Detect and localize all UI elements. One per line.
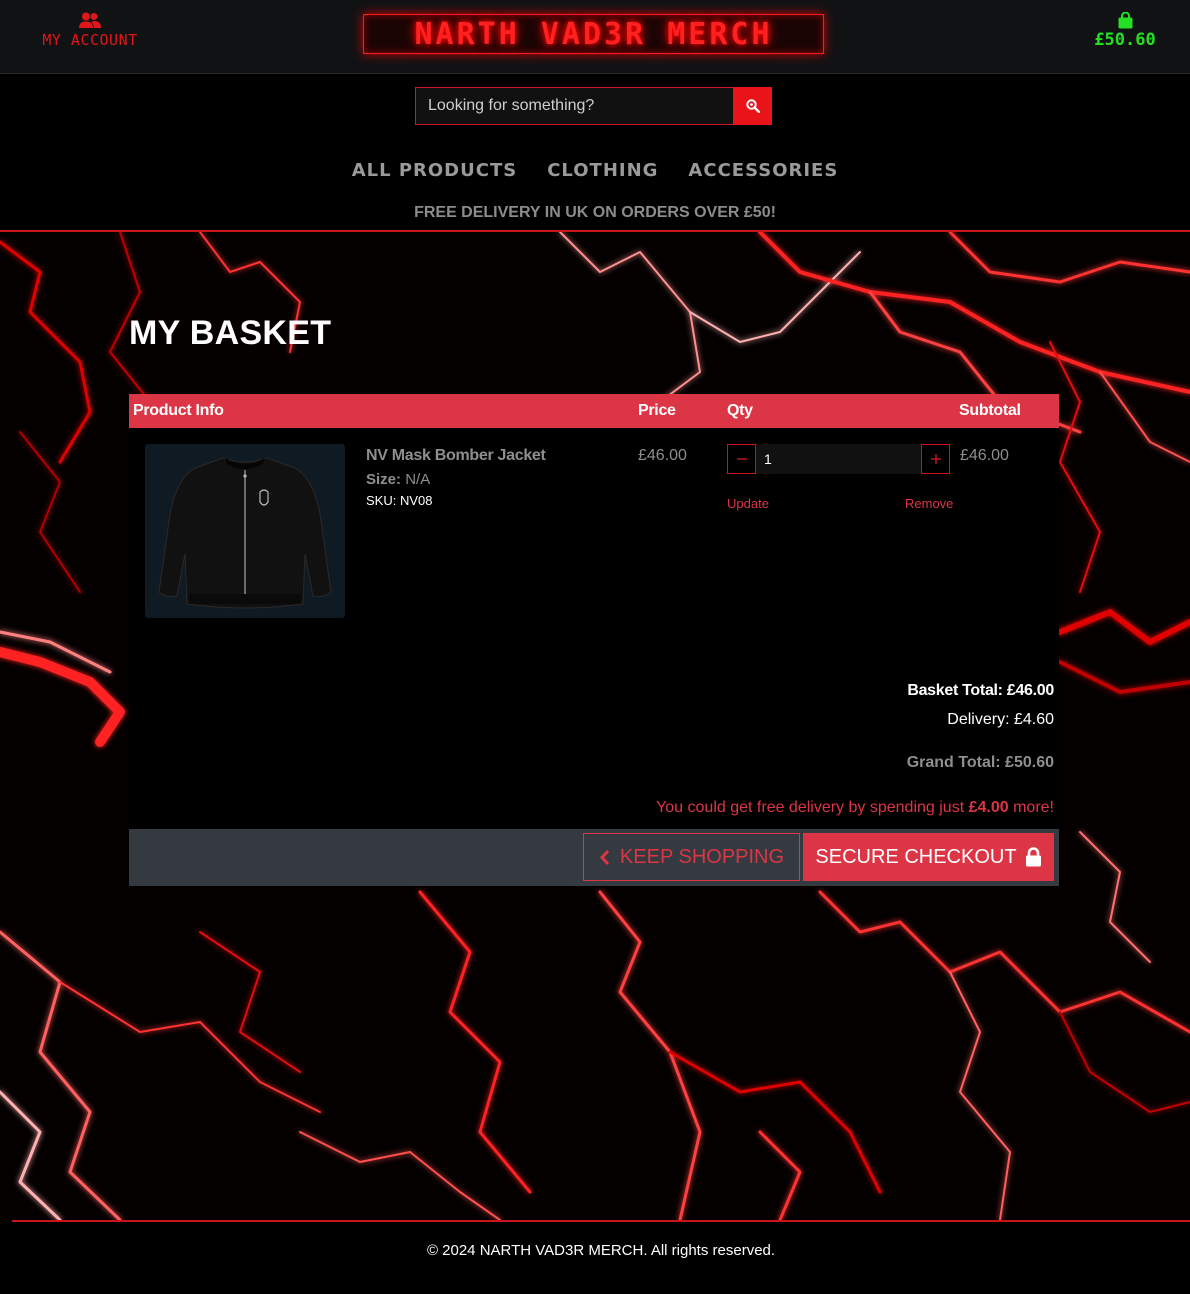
search-input[interactable] [415,87,733,125]
basket-total-amount: £50.60 [1094,30,1156,50]
my-account-link[interactable]: MY ACCOUNT [28,12,152,50]
users-icon [79,12,101,28]
nav-clothing[interactable]: CLOTHING [547,160,658,181]
nav-all-products[interactable]: ALL PRODUCTS [352,160,518,181]
product-size-label: Size: [366,471,402,488]
secure-checkout-button[interactable]: SECURE CHECKOUT [803,833,1054,881]
my-account-label: MY ACCOUNT [42,31,138,49]
free-delivery-amount: £4.00 [968,799,1009,816]
basket-table-header: Product Info Price Qty Subtotal [129,394,1059,428]
search-icon [745,99,760,113]
basket-link[interactable]: £50.60 [1086,12,1164,50]
copyright-text: © 2024 NARTH VAD3R MERCH. All rights res… [426,1242,776,1259]
site-logo[interactable]: NARTH VAD3R MERCH [363,14,824,54]
column-subtotal: Subtotal [959,402,1021,419]
page-title: MY BASKET [129,314,332,352]
site-footer: © 2024 NARTH VAD3R MERCH. All rights res… [12,1220,1190,1294]
nav-accessories[interactable]: ACCESSORIES [688,160,838,181]
basket-actions: KEEP SHOPPING SECURE CHECKOUT [129,829,1059,886]
minus-icon [736,458,747,460]
product-subtotal: £46.00 [960,447,1009,464]
update-link[interactable]: Update [727,496,769,511]
basket-total: Basket Total: £46.00 [907,682,1054,699]
jacket-image [158,457,332,609]
keep-shopping-label: KEEP SHOPPING [619,845,785,868]
search-button[interactable] [733,87,772,125]
keep-shopping-button[interactable]: KEEP SHOPPING [583,833,800,881]
delivery-banner: FREE DELIVERY IN UK ON ORDERS OVER £50! [414,204,776,221]
remove-link[interactable]: Remove [905,496,953,511]
free-delivery-prefix: You could get free delivery by spending … [656,799,965,816]
product-size: Size: N/A [366,471,430,488]
product-image[interactable] [145,444,345,618]
increment-qty-button[interactable] [921,444,950,474]
secure-checkout-label: SECURE CHECKOUT [815,845,1017,868]
column-qty: Qty [727,402,753,419]
lock-icon [1025,847,1041,867]
free-delivery-message: You could get free delivery by spending … [454,799,1054,817]
quantity-stepper [727,444,950,474]
product-price: £46.00 [638,447,687,464]
top-bar: MY ACCOUNT NARTH VAD3R MERCH £50.60 [0,0,1190,74]
free-delivery-suffix: more! [1013,799,1054,816]
chevron-left-icon [599,849,610,865]
delivery-cost: Delivery: £4.60 [947,711,1054,728]
product-size-value: N/A [405,471,431,488]
product-name[interactable]: NV Mask Bomber Jacket [366,447,546,465]
column-price: Price [638,402,676,419]
basket-table-body: NV Mask Bomber Jacket Size: N/A SKU: NV0… [129,428,1059,829]
column-product-info: Product Info [133,402,224,419]
shopping-bag-icon [1118,12,1132,29]
search-bar [415,87,772,125]
grand-total: Grand Total: £50.60 [906,754,1054,771]
decrement-qty-button[interactable] [727,444,756,474]
product-sku: SKU: NV08 [366,493,433,508]
quantity-input[interactable] [756,444,921,474]
plus-icon [930,454,941,464]
main-nav: ALL PRODUCTS CLOTHING ACCESSORIES [0,160,1190,181]
